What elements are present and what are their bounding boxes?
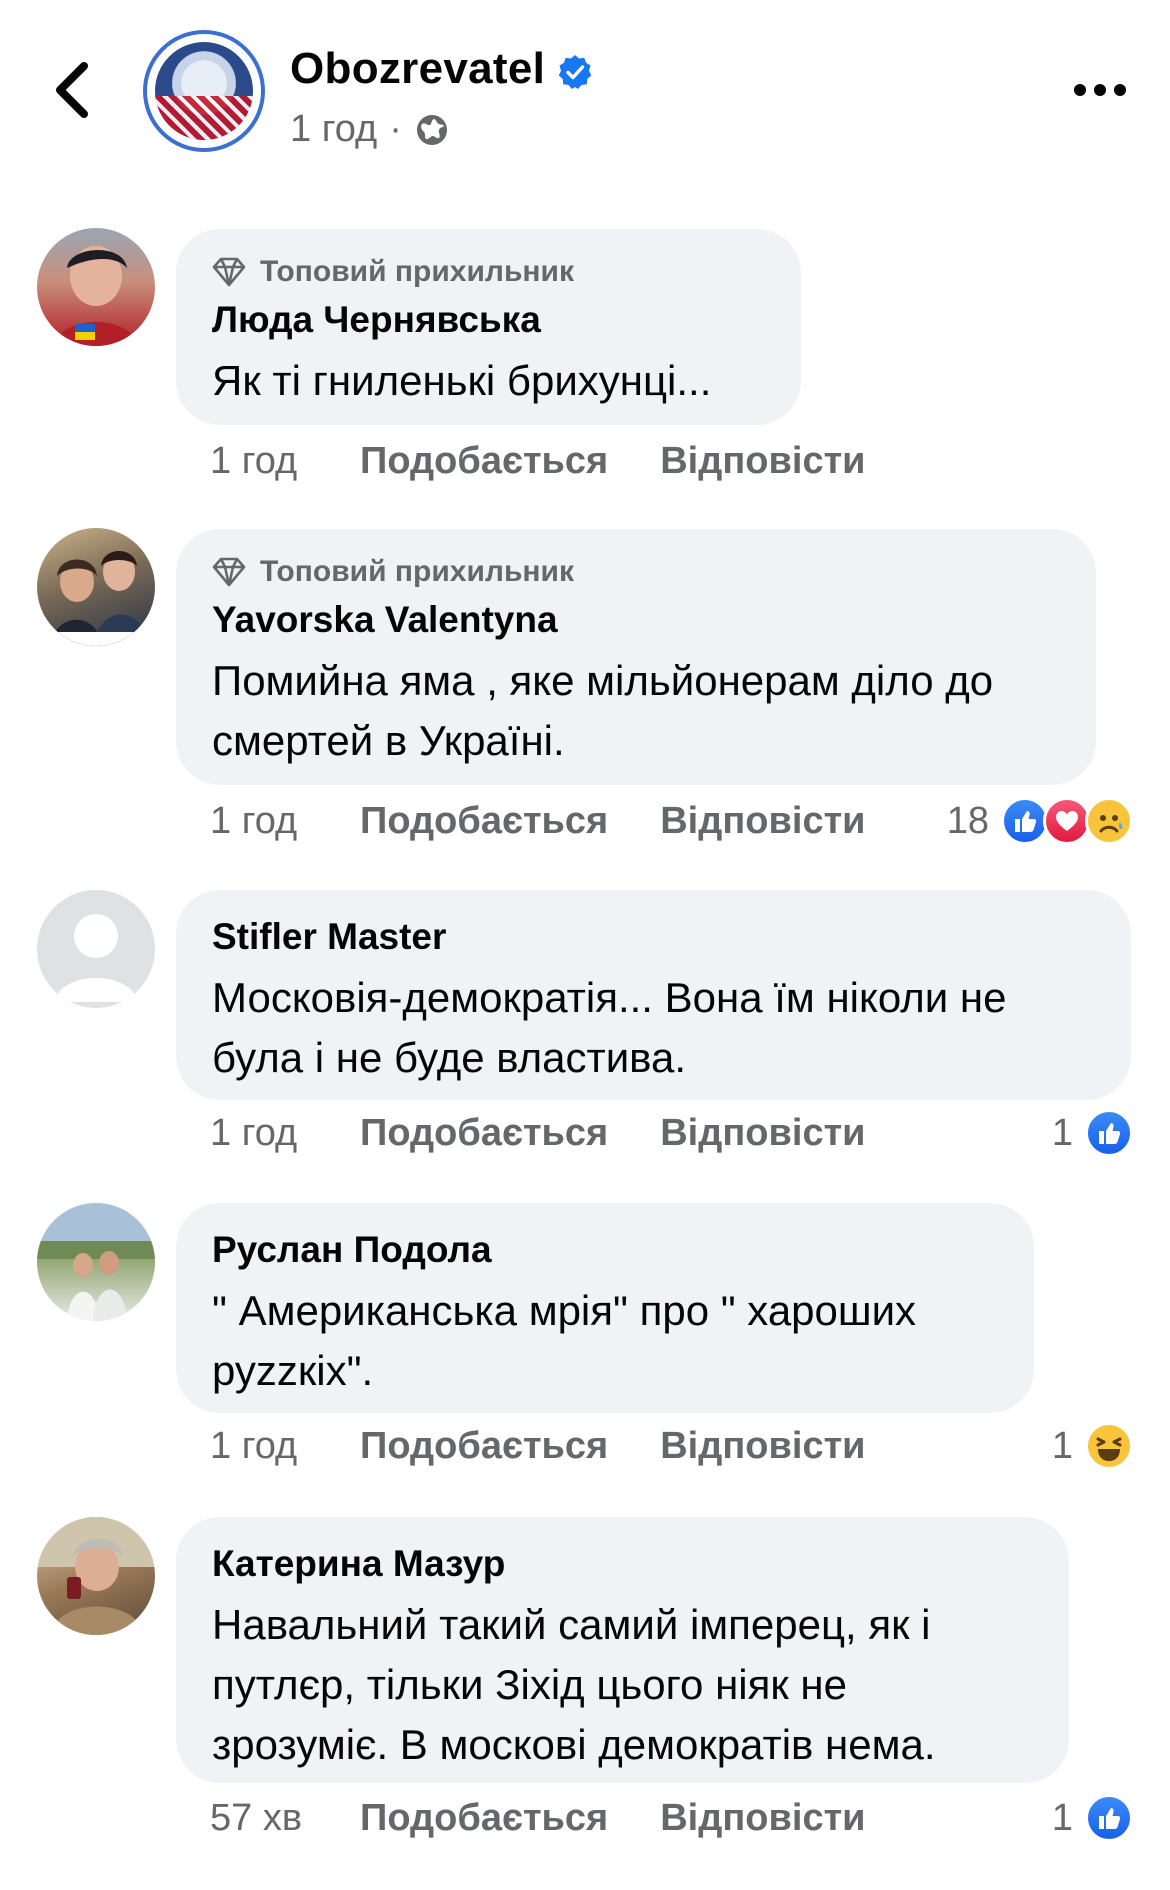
reaction-summary[interactable]: 1 bbox=[1052, 1422, 1133, 1470]
like-reaction-icon bbox=[1001, 797, 1049, 845]
page-logo-image bbox=[155, 42, 253, 140]
like-button[interactable]: Подобається bbox=[360, 800, 608, 843]
reaction-count: 1 bbox=[1051, 1424, 1073, 1467]
comment-actions: 1 год Подобається Відповісти bbox=[210, 440, 866, 483]
comment-time: 1 год bbox=[210, 800, 298, 842]
more-horizontal-icon bbox=[1074, 84, 1126, 96]
comment-author[interactable]: Yavorska Valentyna bbox=[212, 599, 1060, 641]
reply-button[interactable]: Відповісти bbox=[660, 1797, 865, 1840]
commenter-avatar[interactable] bbox=[37, 228, 155, 346]
like-button[interactable]: Подобається bbox=[360, 1112, 608, 1155]
diamond-icon bbox=[212, 557, 246, 587]
reaction-summary[interactable]: 1 bbox=[1052, 1109, 1133, 1157]
love-reaction-icon bbox=[1043, 797, 1091, 845]
post-time: 1 год bbox=[290, 108, 378, 150]
comment-time: 1 год bbox=[210, 1425, 298, 1467]
reaction-count: 1 bbox=[1051, 1796, 1073, 1839]
default-avatar-icon bbox=[55, 914, 137, 1002]
chevron-left-icon bbox=[56, 62, 88, 118]
comment-text: Московія-демократія... Вона їм ніколи не… bbox=[212, 974, 1007, 1081]
meta-separator: · bbox=[389, 108, 402, 150]
badge-label: Топовий прихильник bbox=[260, 255, 574, 288]
comment-actions: 1 год Подобається Відповісти bbox=[210, 1112, 866, 1155]
avatar-photo bbox=[55, 246, 137, 346]
comment-author[interactable]: Катерина Мазур bbox=[212, 1543, 1033, 1585]
like-button[interactable]: Подобається bbox=[360, 1797, 608, 1840]
more-options-button[interactable] bbox=[1070, 75, 1130, 105]
post-header: Obozrevatel 1 год · bbox=[0, 0, 1170, 170]
reply-button[interactable]: Відповісти bbox=[660, 440, 865, 483]
comment-time: 1 год bbox=[210, 440, 298, 482]
like-reaction-icon bbox=[1085, 1109, 1133, 1157]
globe-icon bbox=[416, 114, 447, 145]
comment-bubble[interactable]: Stifler Master Московія-демократія... Во… bbox=[176, 890, 1131, 1100]
reaction-count: 1 bbox=[1051, 1111, 1073, 1154]
comment-author[interactable]: Stifler Master bbox=[212, 916, 1095, 958]
like-button[interactable]: Подобається bbox=[360, 440, 608, 483]
back-button[interactable] bbox=[50, 60, 94, 120]
post-meta: 1 год · bbox=[290, 108, 450, 151]
comment-time: 1 год bbox=[210, 1112, 298, 1154]
comment-actions: 1 год Подобається Відповісти bbox=[210, 1425, 866, 1468]
comment-actions: 57 хв Подобається Відповісти bbox=[210, 1797, 866, 1840]
reaction-summary[interactable]: 1 bbox=[1052, 1794, 1133, 1842]
comment-text: Помийна яма , яке мільйонерам діло до см… bbox=[212, 657, 994, 764]
commenter-avatar[interactable] bbox=[37, 890, 155, 1008]
avatar-photo bbox=[37, 1517, 155, 1635]
reply-button[interactable]: Відповісти bbox=[660, 1112, 865, 1155]
reply-button[interactable]: Відповісти bbox=[660, 800, 865, 843]
page-avatar[interactable] bbox=[143, 30, 265, 152]
sad-reaction-icon bbox=[1085, 797, 1133, 845]
comment-bubble[interactable]: Катерина Мазур Навальний такий самий імп… bbox=[176, 1517, 1069, 1783]
avatar-photo bbox=[37, 551, 155, 646]
comment-text: Навальний такий самий імперец, як і путл… bbox=[212, 1601, 936, 1768]
embroidery-pattern bbox=[155, 96, 253, 140]
comment-author[interactable]: Руслан Подола bbox=[212, 1229, 998, 1271]
comment-bubble[interactable]: Руслан Подола " Американська мрія" про "… bbox=[176, 1203, 1034, 1413]
badge-label: Топовий прихильник bbox=[260, 555, 574, 588]
reply-button[interactable]: Відповісти bbox=[660, 1425, 865, 1468]
comment-bubble[interactable]: Топовий прихильник Люда Чернявська Як ті… bbox=[176, 229, 801, 425]
commenter-avatar[interactable] bbox=[37, 1517, 155, 1635]
haha-reaction-icon bbox=[1085, 1422, 1133, 1470]
comment-text: Як ті гниленькі брихунці... bbox=[212, 357, 712, 404]
comment-bubble[interactable]: Топовий прихильник Yavorska Valentyna По… bbox=[176, 529, 1096, 785]
comment-time: 57 хв bbox=[210, 1797, 303, 1839]
reaction-count: 18 bbox=[946, 799, 989, 842]
diamond-icon bbox=[212, 257, 246, 287]
avatar-photo bbox=[37, 1203, 155, 1321]
verified-badge-icon bbox=[558, 55, 592, 89]
like-button[interactable]: Подобається bbox=[360, 1425, 608, 1468]
commenter-avatar[interactable] bbox=[37, 528, 155, 646]
top-fan-badge: Топовий прихильник bbox=[212, 555, 1060, 589]
comment-actions: 1 год Подобається Відповісти bbox=[210, 800, 866, 843]
page-name[interactable]: Obozrevatel bbox=[290, 44, 545, 94]
top-fan-badge: Топовий прихильник bbox=[212, 255, 765, 289]
reaction-summary[interactable]: 18 bbox=[947, 797, 1133, 845]
comment-text: " Американська мрія" про " хароших руzzк… bbox=[212, 1287, 917, 1394]
like-reaction-icon bbox=[1085, 1794, 1133, 1842]
commenter-avatar[interactable] bbox=[37, 1203, 155, 1321]
comment-author[interactable]: Люда Чернявська bbox=[212, 299, 765, 341]
